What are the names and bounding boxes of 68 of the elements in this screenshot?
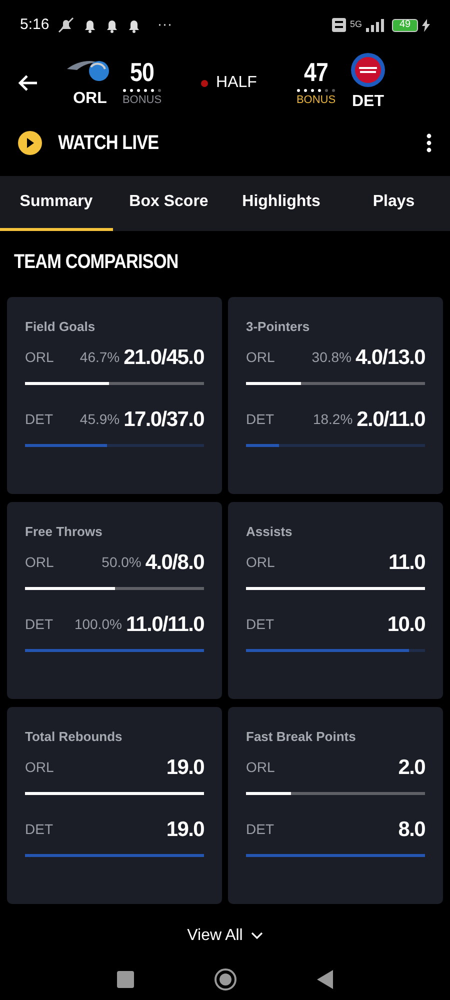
signal-icon <box>366 18 384 32</box>
team-label: DET <box>246 820 274 838</box>
stat-value: 19.0 <box>166 818 204 840</box>
more-notifications: ··· <box>157 14 172 35</box>
network-type: 5G <box>350 18 362 31</box>
stat-value: 11.0/11.0 <box>126 614 204 634</box>
battery-indicator: 49 <box>392 18 418 32</box>
stat-value: 4.0/13.0 <box>356 346 425 368</box>
team-logo <box>350 52 386 88</box>
bell-icon <box>83 18 98 32</box>
play-icon <box>18 131 42 155</box>
view-all-button[interactable]: View All <box>187 924 263 948</box>
stat-title: 3-Pointers <box>246 318 311 336</box>
stat-title: Total Rebounds <box>25 728 124 746</box>
team-score: 50 <box>130 57 154 88</box>
more-options-icon[interactable] <box>426 133 432 153</box>
stat-title: Assists <box>246 523 294 541</box>
clock-time: 5:16 <box>20 14 50 35</box>
team-label: DET <box>25 820 53 838</box>
team-label: ORL <box>25 758 54 776</box>
recent-apps-icon[interactable] <box>116 971 134 988</box>
watch-live-button[interactable]: WATCH LIVE <box>18 128 167 158</box>
tab[interactable]: Plays <box>338 176 450 231</box>
chevron-down-icon <box>250 932 263 940</box>
tab[interactable]: Summary <box>0 176 112 231</box>
back-arrow-icon[interactable] <box>18 74 38 92</box>
team-label: ORL <box>246 758 275 776</box>
team-label: DET <box>25 614 53 634</box>
stat-title: Free Throws <box>25 523 104 541</box>
team-label: DET <box>25 410 53 428</box>
stat-percentage: 30.8% <box>312 348 352 366</box>
bell-icon <box>127 18 142 32</box>
team-abbr: ORL <box>73 89 107 109</box>
stat-value: 2.0/11.0 <box>356 408 425 430</box>
stat-percentage: 46.7% <box>80 348 120 366</box>
stat-title: Fast Break Points <box>246 728 357 746</box>
stat-value: 4.0/8.0 <box>145 552 204 572</box>
stat-percentage: 50.0% <box>102 552 142 572</box>
team-label: ORL <box>25 552 54 572</box>
team-score: 47 <box>304 57 328 88</box>
stat-title: Field Goals <box>25 318 96 336</box>
tab[interactable]: Highlights <box>225 176 338 231</box>
bonus-label: BONUS <box>296 93 336 108</box>
stat-value: 2.0 <box>398 756 425 778</box>
stat-value: 19.0 <box>166 756 204 778</box>
home-icon[interactable] <box>214 968 236 991</box>
team-label: DET <box>246 410 274 428</box>
team-label: DET <box>246 614 274 634</box>
mute-bell-icon <box>57 17 76 33</box>
stat-value: 10.0 <box>387 614 425 634</box>
section-title: TEAM COMPARISON <box>14 250 178 275</box>
team-label: ORL <box>246 348 275 366</box>
stat-value: 11.0 <box>388 552 425 572</box>
team-abbr: DET <box>352 92 384 112</box>
bonus-label: BONUS <box>122 93 162 108</box>
tab[interactable]: Box Score <box>112 176 225 231</box>
stat-percentage: 18.2% <box>312 410 353 428</box>
team-label: ORL <box>25 348 54 366</box>
game-period: HALF <box>216 73 257 93</box>
stat-percentage: 45.9% <box>80 410 120 428</box>
stat-percentage: 100.0% <box>74 614 122 634</box>
bell-icon <box>105 18 120 32</box>
stat-value: 21.0/45.0 <box>124 346 204 368</box>
back-icon[interactable] <box>316 970 334 989</box>
stat-value: 8.0 <box>398 818 425 840</box>
stat-value: 17.0/37.0 <box>124 408 204 430</box>
team-label: ORL <box>246 552 275 572</box>
charging-icon <box>422 18 430 32</box>
